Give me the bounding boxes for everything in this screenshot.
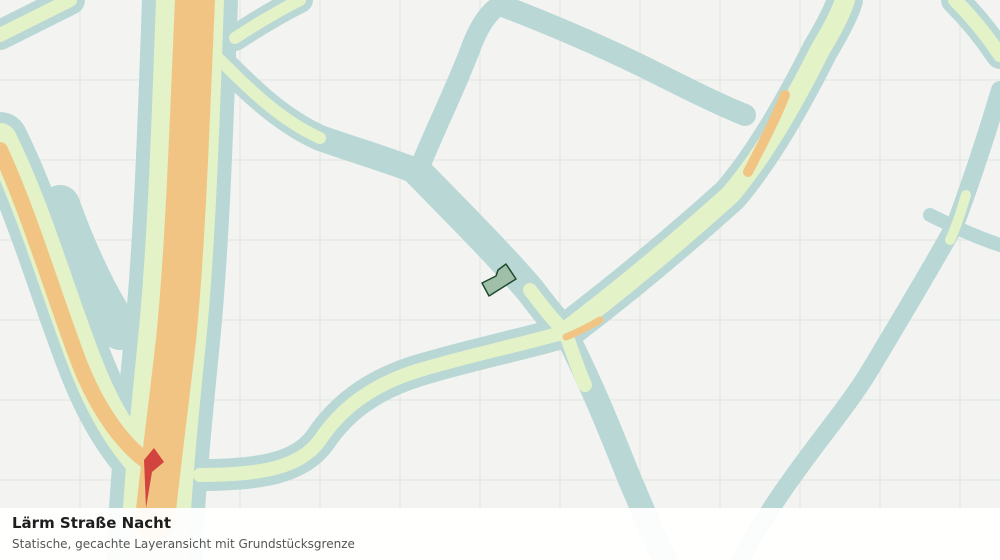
map-caption: Lärm Straße Nacht Statische, gecachte La… [0,508,1000,560]
layer-subtitle: Statische, gecachte Layeransicht mit Gru… [12,537,355,551]
noise-map[interactable] [0,0,1000,560]
layer-title: Lärm Straße Nacht [12,514,172,532]
